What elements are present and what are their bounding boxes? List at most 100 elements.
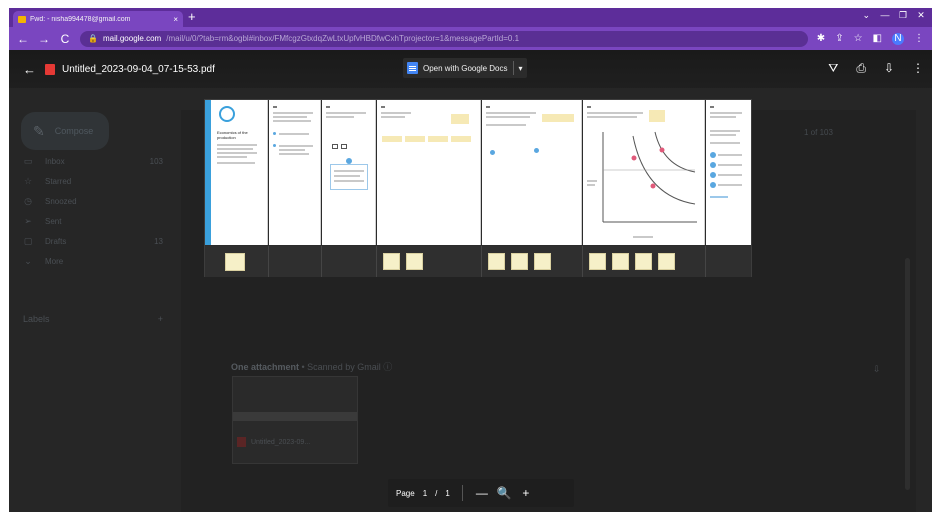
pdf-file-icon	[237, 437, 246, 447]
pdf-pages: Economics of the production	[204, 99, 752, 277]
zoom-in-button[interactable]: +	[519, 486, 533, 500]
browser-window: Fwd: - nisha994478@gmail.com × + ⌄ — ❐ ✕…	[9, 8, 932, 512]
page-controls: Page 1 / 1 — 🔍 +	[388, 479, 574, 507]
pencil-icon: ✎	[33, 122, 45, 139]
zoom-out-button[interactable]: —	[475, 486, 489, 500]
labels-heading: Labels +	[23, 314, 163, 324]
sidebar-item-label: Inbox	[45, 157, 65, 166]
sidebar-item-label: Drafts	[45, 237, 67, 246]
print-icon[interactable]: ⎙	[856, 61, 866, 76]
page-logo-icon	[219, 106, 235, 122]
add-label-icon[interactable]: +	[158, 314, 163, 324]
pdf-page[interactable]	[482, 100, 582, 245]
page-thumbnails	[205, 246, 751, 277]
sidepanel-icon[interactable]: ◧	[873, 33, 882, 44]
forward-icon[interactable]: →	[38, 32, 50, 46]
extension-icon[interactable]: ✱	[817, 33, 825, 44]
draft-icon: ▢	[23, 236, 33, 246]
sidebar-item-count: 103	[149, 157, 163, 166]
sidebar-item-starred: ☆ Starred	[23, 176, 163, 187]
compose-button[interactable]: ✎ Compose	[21, 112, 109, 150]
sidebar-item-label: Sent	[45, 217, 62, 226]
tab-close-icon[interactable]: ×	[173, 15, 178, 24]
lock-icon[interactable]: 🔒	[88, 34, 98, 43]
chevron-down-icon: ⌄	[24, 256, 32, 266]
sidebar-item-drafts: ▢ Drafts 13	[23, 236, 163, 247]
page-thumbnail[interactable]	[635, 253, 652, 270]
attachment-card: Untitled_2023-09...	[232, 376, 358, 464]
pdf-viewer-header: ← Untitled_2023-09-04_07-15-53.pdf Open …	[9, 50, 932, 88]
address-bar[interactable]: 🔒 mail.google.com/mail/u/0/?tab=rm&ogbl#…	[80, 30, 808, 47]
page-separator: /	[435, 488, 438, 498]
sidebar-item-snoozed: ◷ Snoozed	[23, 196, 163, 207]
compose-label: Compose	[54, 126, 94, 136]
pdf-icon	[45, 63, 55, 75]
sidebar-item-count: 13	[154, 237, 163, 246]
page-thumbnail[interactable]	[589, 253, 606, 270]
pdf-page[interactable]	[269, 100, 321, 245]
pdf-page[interactable]	[377, 100, 481, 245]
pdf-file-name: Untitled_2023-09-04_07-15-53.pdf	[62, 63, 215, 75]
current-page-input[interactable]: 1	[423, 489, 427, 498]
page-thumbnail[interactable]	[406, 253, 423, 270]
page-thumbnail[interactable]	[225, 253, 245, 271]
gmail-favicon-icon	[18, 15, 26, 23]
bookmark-star-icon[interactable]: ☆	[854, 33, 863, 44]
close-window-button[interactable]: ✕	[912, 8, 930, 22]
browser-toolbar: ← → C 🔒 mail.google.com/mail/u/0/?tab=rm…	[9, 27, 932, 50]
open-with-dropdown-icon[interactable]: ▾	[519, 64, 523, 73]
download-icon[interactable]: ⇩	[884, 61, 894, 76]
download-all-icon: ⇩	[873, 364, 881, 374]
share-icon[interactable]: ⇪	[835, 33, 843, 44]
attachment-filename: Untitled_2023-09...	[251, 439, 311, 446]
reload-icon[interactable]: C	[59, 32, 71, 46]
url-host: mail.google.com	[102, 34, 162, 43]
more-options-icon[interactable]: ⋮	[912, 61, 924, 76]
tab-search-icon[interactable]: ⌄	[862, 10, 870, 21]
url-path: /mail/u/0/?tab=rm&ogbl#inbox/FMfcgzGtxdq…	[166, 34, 520, 43]
add-to-drive-icon[interactable]: ⛛	[828, 61, 838, 76]
browser-tab[interactable]: Fwd: - nisha994478@gmail.com ×	[13, 11, 183, 27]
tab-strip: Fwd: - nisha994478@gmail.com × + ⌄ — ❐ ✕	[9, 8, 932, 27]
page-thumbnail[interactable]	[534, 253, 551, 270]
google-docs-icon	[407, 62, 418, 74]
star-icon: ☆	[23, 176, 33, 186]
window-controls: — ❐ ✕	[876, 8, 930, 22]
back-icon[interactable]: ←	[17, 32, 29, 46]
pdf-page[interactable]	[583, 100, 705, 245]
sidebar-item-label: Starred	[45, 177, 72, 186]
attachment-heading: One attachment • Scanned by Gmail ⓘ	[231, 362, 393, 372]
inbox-icon: ▭	[23, 156, 33, 166]
new-tab-button[interactable]: +	[188, 9, 196, 24]
open-with-label: Open with Google Docs	[423, 63, 508, 73]
page-thumbnail[interactable]	[488, 253, 505, 270]
restore-button[interactable]: ❐	[894, 8, 912, 22]
total-pages: 1	[445, 488, 450, 498]
pdf-page[interactable]	[322, 100, 376, 245]
attachment-preview-strip	[233, 412, 357, 421]
mail-scrollbar	[905, 258, 910, 490]
minimize-button[interactable]: —	[876, 8, 894, 22]
viewer-back-icon[interactable]: ←	[23, 62, 45, 77]
indifference-curve-chart	[602, 131, 697, 223]
sidebar-item-label: More	[45, 257, 64, 266]
viewer-actions: ⛛ ⎙ ⇩ ⋮	[828, 61, 924, 76]
pdf-page[interactable]	[706, 100, 751, 245]
sidebar-item-more: ⌄ More	[23, 256, 163, 267]
send-icon: ➢	[24, 216, 32, 226]
zoom-icon[interactable]: 🔍	[497, 486, 512, 500]
page-thumbnail[interactable]	[511, 253, 528, 270]
page-thumbnail[interactable]	[383, 253, 400, 270]
sidebar-item-inbox: ▭ Inbox 103	[23, 156, 163, 167]
pdf-page[interactable]: Economics of the production	[205, 100, 268, 245]
page-thumbnail[interactable]	[612, 253, 629, 270]
pdf-page-title: Economics of the production	[217, 130, 248, 140]
open-with-google-docs-button[interactable]: Open with Google Docs ▾	[403, 58, 527, 78]
sidebar-item-label: Snoozed	[45, 197, 77, 206]
page-thumbnail[interactable]	[658, 253, 675, 270]
sidebar-item-sent: ➢ Sent	[23, 216, 163, 227]
tab-title: Fwd: - nisha994478@gmail.com	[30, 15, 131, 23]
clock-icon: ◷	[24, 196, 32, 206]
browser-menu-icon[interactable]: ⋮	[914, 33, 924, 44]
profile-avatar[interactable]: N	[892, 32, 904, 45]
